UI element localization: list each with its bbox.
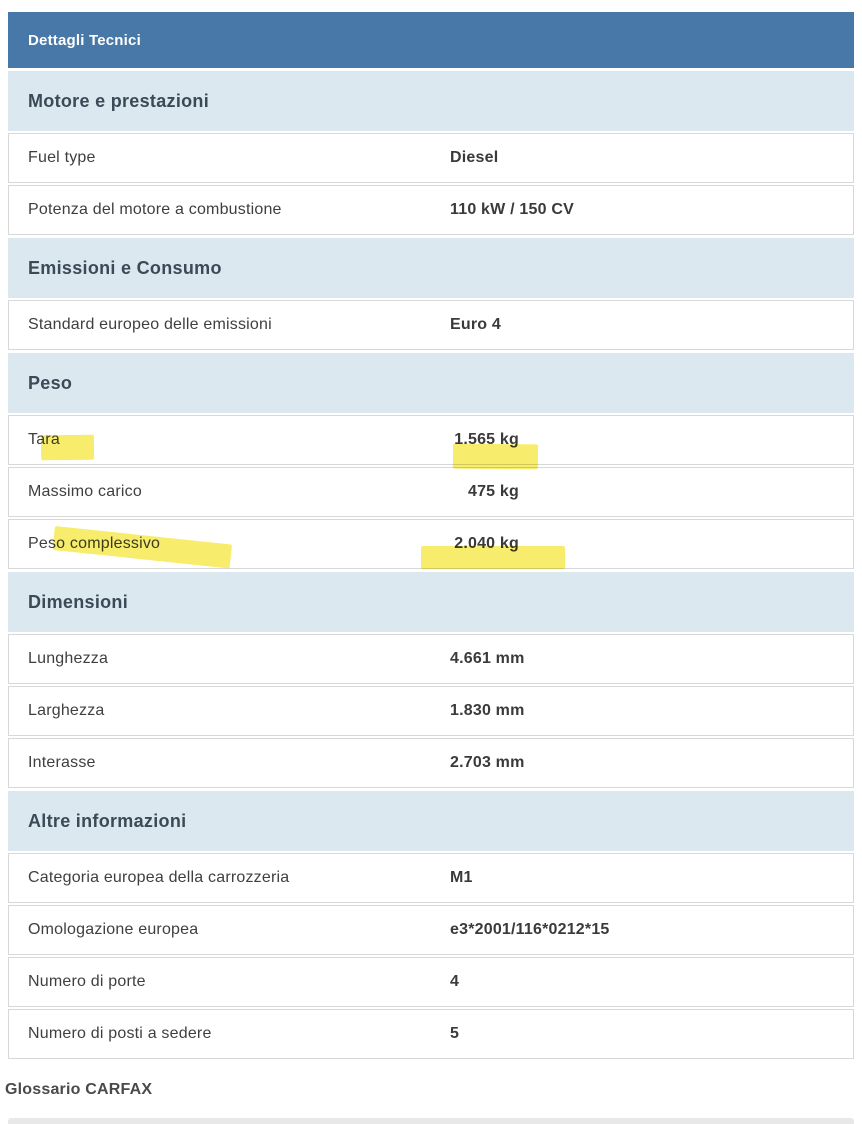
section-header-title: Altre informazioni	[28, 811, 186, 832]
table-row: Potenza del motore a combustione 110 kW …	[8, 185, 854, 235]
row-value: 1.830 mm	[450, 702, 525, 720]
row-value: M1	[450, 869, 473, 887]
technical-details-card: Dettagli Tecnici Motore e prestazioni Fu…	[8, 12, 854, 1059]
row-value: 4	[450, 973, 459, 991]
section-header: Peso	[8, 353, 854, 413]
card-title: Dettagli Tecnici	[28, 32, 141, 49]
row-label: Standard europeo delle emissioni	[9, 316, 272, 334]
section-header-title: Peso	[28, 373, 72, 394]
table-row: Categoria europea della carrozzeria M1	[8, 853, 854, 903]
table-row: Lunghezza 4.661 mm	[8, 634, 854, 684]
section-emissioni-e-consumo: Emissioni e Consumo Standard europeo del…	[8, 238, 854, 350]
section-rows: Fuel type Diesel Potenza del motore a co…	[8, 133, 854, 235]
section-header-title: Dimensioni	[28, 592, 128, 613]
row-label: Massimo carico	[9, 483, 142, 501]
section-peso: Peso Tara 1.565 kg Massimo carico 475 kg…	[8, 353, 854, 569]
row-value: 475 kg	[468, 483, 519, 501]
details-table-body: Motore e prestazioni Fuel type Diesel Po…	[8, 71, 854, 1059]
section-header-title: Motore e prestazioni	[28, 91, 209, 112]
row-label: Lunghezza	[9, 650, 108, 668]
section-rows: Lunghezza 4.661 mm Larghezza 1.830 mm In…	[8, 634, 854, 788]
section-header: Emissioni e Consumo	[8, 238, 854, 298]
row-value: 5	[450, 1025, 459, 1043]
row-value: 4.661 mm	[450, 650, 525, 668]
table-row: Larghezza 1.830 mm	[8, 686, 854, 736]
section-dimensioni: Dimensioni Lunghezza 4.661 mm Larghezza …	[8, 572, 854, 788]
table-row: Standard europeo delle emissioni Euro 4	[8, 300, 854, 350]
row-value: Diesel	[450, 149, 498, 167]
row-value: 1.565 kg	[454, 431, 519, 449]
row-value: 2.703 mm	[450, 754, 525, 772]
table-row: Interasse 2.703 mm	[8, 738, 854, 788]
row-label: Potenza del motore a combustione	[9, 201, 282, 219]
section-motore-e-prestazioni: Motore e prestazioni Fuel type Diesel Po…	[8, 71, 854, 235]
table-row: Numero di porte 4	[8, 957, 854, 1007]
glossary-heading: Glossario CARFAX	[5, 1081, 862, 1099]
row-label: Fuel type	[9, 149, 96, 167]
row-label: Numero di posti a sedere	[9, 1025, 212, 1043]
section-header-title: Emissioni e Consumo	[28, 258, 222, 279]
row-label: Numero di porte	[9, 973, 146, 991]
table-row: Tara 1.565 kg	[8, 415, 854, 465]
row-label: Tara	[9, 431, 60, 449]
row-label: Categoria europea della carrozzeria	[9, 869, 289, 887]
row-label: Larghezza	[9, 702, 105, 720]
row-value: 110 kW / 150 CV	[450, 201, 574, 219]
section-rows: Tara 1.565 kg Massimo carico 475 kg Peso…	[8, 415, 854, 569]
row-value: e3*2001/116*0212*15	[450, 921, 610, 939]
next-block-edge	[8, 1118, 854, 1124]
table-row: Numero di posti a sedere 5	[8, 1009, 854, 1059]
section-header: Altre informazioni	[8, 791, 854, 851]
row-value: Euro 4	[450, 316, 501, 334]
table-row: Fuel type Diesel	[8, 133, 854, 183]
table-row: Massimo carico 475 kg	[8, 467, 854, 517]
row-label: Peso complessivo	[9, 535, 160, 553]
section-header: Dimensioni	[8, 572, 854, 632]
row-value: 2.040 kg	[454, 535, 519, 553]
table-row: Omologazione europea e3*2001/116*0212*15	[8, 905, 854, 955]
section-header: Motore e prestazioni	[8, 71, 854, 131]
section-rows: Categoria europea della carrozzeria M1 O…	[8, 853, 854, 1059]
table-row: Peso complessivo 2.040 kg	[8, 519, 854, 569]
row-label: Interasse	[9, 754, 96, 772]
row-label: Omologazione europea	[9, 921, 198, 939]
section-altre-informazioni: Altre informazioni Categoria europea del…	[8, 791, 854, 1059]
section-rows: Standard europeo delle emissioni Euro 4	[8, 300, 854, 350]
card-title-bar: Dettagli Tecnici	[8, 12, 854, 68]
